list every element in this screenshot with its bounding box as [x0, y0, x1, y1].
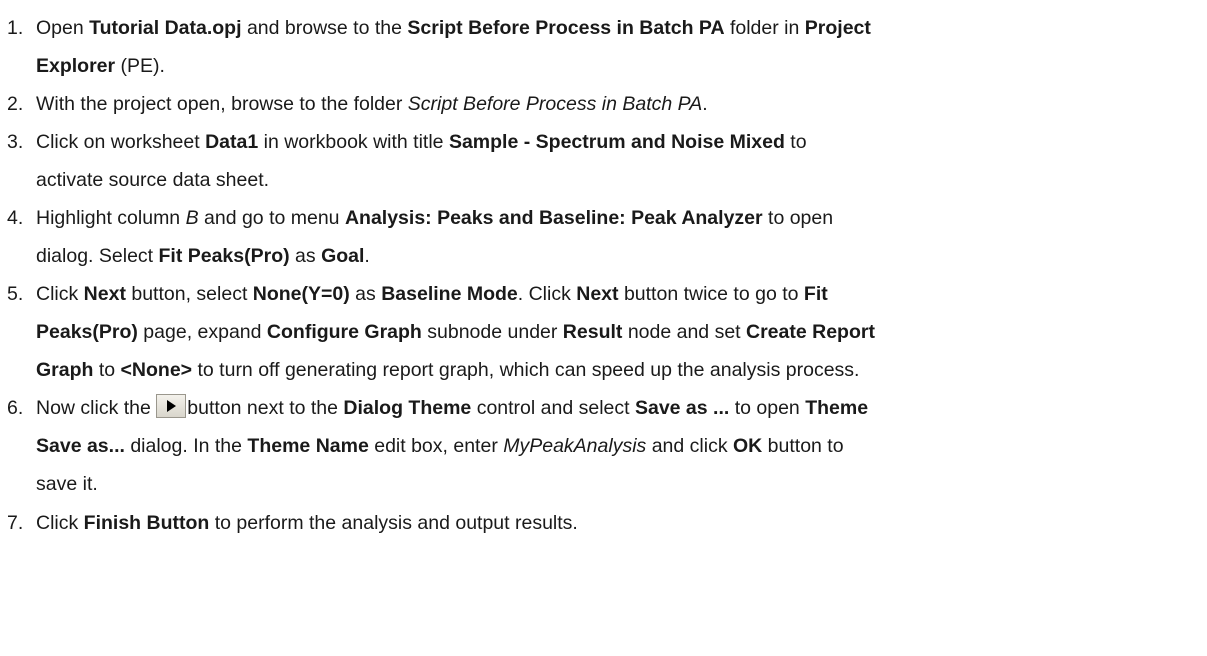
bold-term: Data1	[205, 131, 259, 153]
bold-term: OK	[733, 435, 763, 457]
italic-term: Script Before Process in Batch PA	[407, 93, 703, 115]
bold-term: Dialog Theme	[343, 397, 472, 419]
bold-term: None(Y=0)	[252, 283, 350, 305]
step-text: Click Finish Button to perform the analy…	[36, 504, 1203, 542]
plain-text: Click	[36, 512, 84, 534]
bold-term: Graph	[36, 359, 94, 381]
bold-term: Configure Graph	[266, 321, 422, 343]
plain-text: Click on worksheet	[36, 131, 206, 153]
step-text: Click Next button, select None(Y=0) as B…	[36, 275, 1203, 389]
bold-term: <None>	[120, 359, 193, 381]
bold-term: Sample - Spectrum and Noise Mixed	[448, 131, 785, 153]
bold-term: Save as...	[36, 435, 125, 457]
plain-text: to	[784, 131, 807, 153]
plain-text: Highlight column	[36, 207, 186, 229]
plain-text: control and select	[471, 397, 635, 419]
plain-text: node and set	[622, 321, 747, 343]
plain-text: to perform the analysis and output resul…	[209, 512, 578, 534]
step-number: 7.	[7, 512, 24, 534]
step-text-line: Explorer (PE).	[36, 47, 1203, 85]
step-text-line: Peaks(Pro) page, expand Configure Graph …	[36, 313, 1203, 351]
bold-term: Peaks(Pro)	[36, 321, 138, 343]
step-text-line: With the project open, browse to the fol…	[36, 85, 1203, 123]
plain-text: to turn off generating report graph, whi…	[192, 359, 860, 381]
plain-text: button twice to go to	[618, 283, 804, 305]
bold-term: Theme Name	[247, 435, 369, 457]
step-number: 2.	[7, 93, 24, 115]
bold-term: Finish Button	[83, 512, 210, 534]
bold-term: Analysis: Peaks and Baseline: Peak Analy…	[344, 207, 763, 229]
bold-term: Theme	[805, 397, 869, 419]
bold-term: Baseline Mode	[381, 283, 518, 305]
step-text: Click on worksheet Data1 in workbook wit…	[36, 123, 1203, 199]
bold-term: Tutorial Data.opj	[89, 17, 242, 39]
step-text-line: Click Next button, select None(Y=0) as B…	[36, 275, 1203, 313]
bold-term: Next	[576, 283, 619, 305]
bold-term: Create Report	[746, 321, 875, 343]
step-text-line: Save as... dialog. In the Theme Name edi…	[36, 427, 1203, 465]
plain-text: in workbook with title	[258, 131, 449, 153]
plain-text: button, select	[125, 283, 253, 305]
plain-text: .	[702, 93, 708, 115]
plain-text: to	[93, 359, 121, 381]
step-text-line: Now click the button next to the Dialog …	[36, 389, 1203, 427]
plain-text: edit box, enter	[368, 435, 504, 457]
plain-text: to open	[729, 397, 806, 419]
step-text-line: Graph to <None> to turn off generating r…	[36, 351, 1203, 389]
step-text: Now click the button next to the Dialog …	[36, 389, 1203, 503]
step-text-line: Highlight column B and go to menu Analys…	[36, 199, 1203, 237]
step-text-line: Click on worksheet Data1 in workbook wit…	[36, 123, 1203, 161]
plain-text: Now click the	[36, 397, 157, 419]
step-text-line: Click Finish Button to perform the analy…	[36, 504, 1203, 542]
italic-term: MyPeakAnalysis	[503, 435, 647, 457]
step-text-line: save it.	[36, 465, 1203, 503]
step-number: 6.	[7, 397, 24, 419]
plain-text: as	[289, 245, 322, 267]
plain-text: dialog. In the	[124, 435, 248, 457]
step-text: Open Tutorial Data.opj and browse to the…	[36, 9, 1203, 85]
plain-text: With the project open, browse to the fol…	[36, 93, 408, 115]
play-arrow-icon	[156, 394, 187, 418]
plain-text: .	[364, 245, 370, 267]
bold-term: Fit Peaks(Pro)	[158, 245, 290, 267]
plain-text: save it.	[36, 473, 98, 495]
step-text: With the project open, browse to the fol…	[36, 85, 1203, 123]
step-text: Highlight column B and go to menu Analys…	[36, 199, 1203, 275]
step-text-line: activate source data sheet.	[36, 161, 1203, 199]
bold-term: Result	[562, 321, 623, 343]
step-number: 4.	[7, 207, 24, 229]
plain-text: and browse to the	[241, 17, 408, 39]
plain-text: and click	[646, 435, 733, 457]
bold-term: Next	[83, 283, 126, 305]
plain-text: Open	[36, 17, 90, 39]
plain-text: (PE).	[115, 55, 165, 77]
plain-text: to open	[762, 207, 834, 229]
plain-text: subnode under	[421, 321, 563, 343]
bold-term: Save as ...	[634, 397, 730, 419]
bold-term: Project	[804, 17, 871, 39]
step-text-line: Open Tutorial Data.opj and browse to the…	[36, 9, 1203, 47]
italic-term: B	[185, 207, 199, 229]
plain-text: activate source data sheet.	[36, 169, 270, 191]
plain-text: button next to the	[187, 397, 344, 419]
plain-text: and go to menu	[198, 207, 345, 229]
bold-term: Goal	[321, 245, 365, 267]
bold-term: Fit	[803, 283, 828, 305]
step-number: 5.	[7, 283, 24, 305]
plain-text: Click	[36, 283, 84, 305]
step-number: 1.	[7, 17, 24, 39]
plain-text: page, expand	[137, 321, 267, 343]
plain-text: as	[349, 283, 382, 305]
plain-text: button to	[762, 435, 844, 457]
plain-text: . Click	[517, 283, 577, 305]
bold-term: Explorer	[36, 55, 116, 77]
bold-term: Script Before Process in Batch PA	[407, 17, 725, 39]
step-text-line: dialog. Select Fit Peaks(Pro) as Goal.	[36, 237, 1203, 275]
step-number: 3.	[7, 131, 24, 153]
plain-text: folder in	[724, 17, 805, 39]
plain-text: dialog. Select	[36, 245, 159, 267]
